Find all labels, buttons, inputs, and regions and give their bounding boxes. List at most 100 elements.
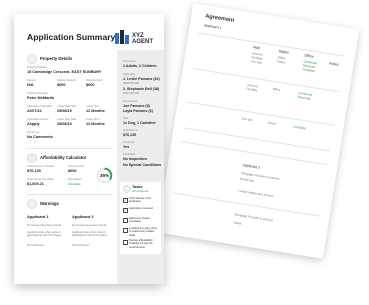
side-value: No Inspection [123, 157, 147, 161]
side-label: Inspection [123, 141, 135, 144]
task-checkbox[interactable] [123, 240, 128, 245]
field-label: Property Rent [68, 165, 85, 168]
back-heading: Agreement [204, 13, 235, 24]
side-panel: Occupants 2 Adults, 2 Children Applicant… [117, 50, 164, 284]
warning-line: No Issues have been found [72, 223, 107, 227]
field-label: Deposit [27, 79, 36, 82]
field-label: Property Manager [27, 92, 48, 95]
field-value: 12 Months [86, 122, 105, 126]
side-value: No Special Conditions [123, 163, 162, 167]
building-logo-icon [115, 30, 129, 44]
back-col-heading: Office [304, 53, 314, 59]
section-title-property: Property Details [40, 56, 73, 61]
side-value: Joe Parsons (8) [123, 104, 150, 108]
field-label: Lease Start Date [57, 105, 77, 108]
side-value: 1x Dog, 1 Cat/other [123, 121, 156, 125]
side-value: Layla Parsons (6) [123, 109, 153, 113]
field-value: $600 [68, 169, 77, 173]
divider [181, 141, 328, 165]
side-label: Applicants [123, 73, 135, 76]
affordability-percent: 35% [99, 173, 110, 178]
home-icon [27, 54, 37, 64]
warning-icon [27, 199, 37, 209]
field-label: Lease Start Date [57, 118, 77, 121]
warning-line: Applicant has other current applications… [72, 230, 107, 238]
field-value: $600 [86, 83, 95, 87]
warning-line: Applicant has other current applications… [27, 230, 62, 238]
clipboard-icon [123, 185, 131, 193]
warning-line: ID Confirmed [27, 243, 44, 247]
back-page: Agreement Applicant 1 Wait Rights Office… [156, 3, 360, 259]
task-label: Reference checks completed [129, 217, 150, 224]
side-value: $76,135 [123, 133, 136, 137]
section-title-affordability: Affordability Calculator [40, 155, 87, 160]
side-label: Occupants [123, 60, 136, 63]
page-title: Application Summary [27, 32, 116, 42]
field-value: 22/07/22 [27, 109, 42, 113]
divider [27, 194, 113, 195]
warning-line: No Issues have been found [27, 223, 62, 227]
section-title-warnings: Warnings [40, 201, 59, 206]
field-label: Property Rent [86, 79, 103, 82]
warning-line: ID Confirmed [72, 243, 89, 247]
warnings-applicant-1: Applicant 1 [27, 214, 49, 219]
task-checkbox[interactable]: ✓ [123, 208, 128, 213]
tasks-progress: 2/6 completed [132, 190, 149, 193]
field-value: N/A [27, 83, 34, 87]
task-checkbox[interactable]: ✓ [123, 198, 128, 203]
comments-value: No Comments [27, 135, 53, 139]
field-label: Holding Deposit [57, 79, 76, 82]
field-value: $600 [57, 83, 66, 87]
logo-text: XYZ AGENT [132, 33, 153, 45]
field-value: 25/08/19 [57, 122, 72, 126]
back-cell: Low pay [241, 116, 254, 123]
field-label: Rent Result [68, 178, 82, 181]
field-value: $1,605.21 [27, 182, 44, 186]
back-applicant-2: Applicant 2 [242, 163, 261, 170]
side-label: Dependants [123, 100, 137, 103]
back-cell-green: Complete [292, 124, 307, 131]
property-manager: Peter McMartin [27, 96, 55, 100]
back-applicant-1: Applicant 1 [203, 23, 222, 30]
back-cell: Office [272, 86, 281, 92]
warnings-applicant-2: Applicant 2 [72, 214, 94, 219]
side-label: Conditions [123, 153, 136, 156]
back-line: Lender details and amount [238, 188, 274, 199]
field-label: Comments [27, 131, 40, 134]
side-value: Yes [123, 145, 130, 149]
field-label: Property Address [27, 66, 47, 69]
field-label: Application Submitted [27, 105, 53, 108]
task-label: Verify identity of all applicants [129, 197, 151, 204]
side-sub: 0400 000 000 [123, 82, 139, 85]
divider [27, 148, 113, 149]
side-sub: 0400 000 000 [123, 92, 139, 95]
rent-result: Affordable [68, 182, 81, 186]
field-value: 12 Months [86, 109, 105, 113]
task-label: Landlord is a party (trust or settlement… [129, 227, 157, 237]
front-page: Application Summary XYZ AGENT Property D… [14, 14, 164, 284]
calculator-icon [27, 153, 37, 163]
side-value: 2. Stephanie Bell (38) [123, 87, 160, 91]
field-label: Total Income Per Week [27, 178, 54, 181]
side-value: 2 Adults, 2 Children [123, 64, 157, 68]
task-checkbox[interactable] [123, 218, 128, 223]
task-label: Discuss affordability / suitability for … [129, 239, 154, 249]
side-value: 1. Leslie Parsons (32) [123, 77, 160, 81]
back-col-heading: Wait [252, 45, 261, 51]
field-label: Total Income of Tenants [27, 165, 55, 168]
field-label: Lease Term [86, 105, 100, 108]
tasks-title: Tasks [132, 185, 143, 189]
side-label: Pets [123, 117, 129, 120]
task-checkbox[interactable] [123, 228, 128, 233]
task-label: Application reviewed [129, 207, 153, 210]
divider [173, 192, 320, 217]
back-col-heading: Rights [278, 49, 290, 55]
back-col-heading: Notes [329, 61, 340, 67]
field-label: Lease Term [86, 118, 100, 121]
tasks-box: Tasks 2/6 completed ✓ Verify identity of… [120, 182, 161, 254]
field-value: 25/08/19 [57, 109, 72, 113]
divider [198, 32, 345, 57]
field-label: Application Source [27, 118, 49, 121]
field-value: $76,135 [27, 169, 41, 173]
property-address: 15 Cambridge Crescent, EAST SUNBURY [27, 70, 102, 74]
